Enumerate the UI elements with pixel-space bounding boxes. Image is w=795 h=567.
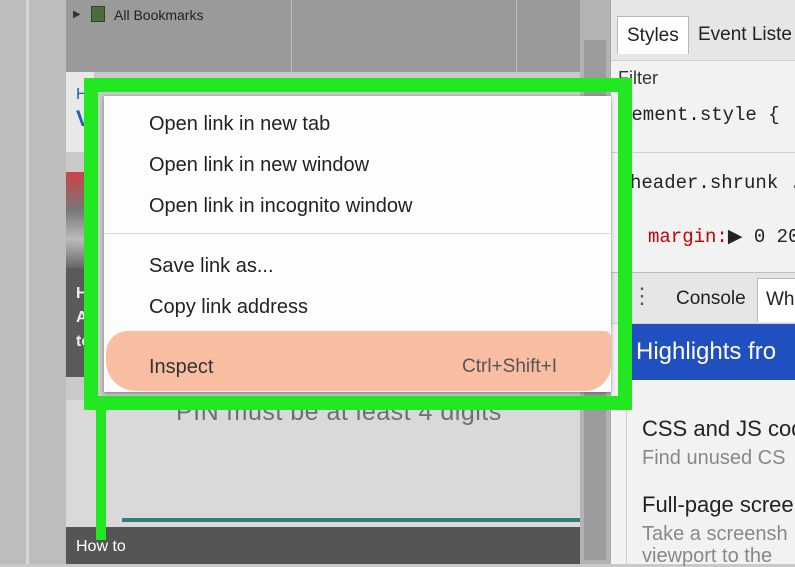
- rule-divider: [611, 152, 795, 153]
- howto-caption: How to: [76, 538, 126, 555]
- menu-divider: [104, 233, 611, 234]
- css-selector[interactable]: header.shrunk .: [630, 172, 795, 194]
- menu-item-open-incognito[interactable]: Open link in incognito window: [149, 195, 413, 218]
- tab-console[interactable]: Console: [676, 288, 746, 310]
- css-property[interactable]: margin:: [648, 226, 728, 248]
- element-style-rule[interactable]: lement.style {: [620, 104, 780, 126]
- highlights-title: Highlights fro: [636, 338, 777, 365]
- css-declaration[interactable]: margin:▶ 0 20: [648, 225, 795, 248]
- page-left-margin: [0, 0, 66, 564]
- feature-title[interactable]: CSS and JS cod: [642, 416, 795, 442]
- css-value[interactable]: 0 20: [754, 226, 795, 248]
- menu-item-inspect[interactable]: Inspect: [149, 356, 213, 379]
- feature-description: Find unused CS: [642, 447, 786, 469]
- more-options-icon[interactable]: ⋮: [631, 283, 653, 309]
- feature-description-line: Take a screensh: [642, 523, 788, 545]
- menu-item-open-new-tab[interactable]: Open link in new tab: [149, 113, 330, 136]
- expand-arrow-icon[interactable]: ▶: [73, 9, 81, 20]
- tab-whats-new[interactable]: Wh: [757, 278, 795, 322]
- highlight-frame-edge: [96, 400, 580, 540]
- menu-item-copy-link[interactable]: Copy link address: [149, 296, 308, 319]
- tab-styles-label: Styles: [627, 25, 679, 46]
- highlights-banner: Highlights fro: [626, 324, 795, 380]
- inspect-shortcut: Ctrl+Shift+I: [462, 356, 558, 377]
- expand-triangle-icon[interactable]: ▶: [728, 226, 743, 248]
- feature-description: Take a screensh viewport to the: [642, 523, 788, 567]
- menu-item-save-link[interactable]: Save link as...: [149, 255, 274, 278]
- folder-icon: [91, 6, 105, 22]
- tab-event-listeners[interactable]: Event Liste: [698, 24, 792, 46]
- bookmarks-folder-label[interactable]: All Bookmarks: [114, 7, 203, 23]
- tab-styles[interactable]: Styles: [617, 16, 689, 54]
- feature-title[interactable]: Full-page scree: [642, 492, 794, 518]
- menu-item-open-new-window[interactable]: Open link in new window: [149, 154, 369, 177]
- tab-whats-new-label: Wh: [766, 289, 795, 310]
